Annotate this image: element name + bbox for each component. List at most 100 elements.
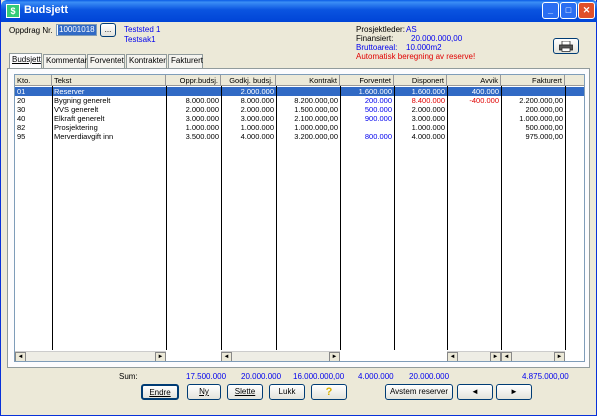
hscroll-avvik[interactable]: ◄ ► — [447, 351, 501, 361]
col-header-tekst[interactable]: Tekst — [52, 75, 166, 86]
maximize-button[interactable]: □ — [560, 2, 577, 19]
browse-label: ... — [104, 25, 112, 34]
table-cell — [501, 87, 565, 96]
next-button[interactable]: ► — [496, 384, 532, 400]
sum-label: Sum: — [119, 372, 138, 381]
tab-kontrakter[interactable]: Kontrakter — [126, 54, 167, 68]
table-cell: 1.000.000 — [411, 123, 445, 132]
table-cell: 1.600.000 — [358, 87, 392, 96]
sum-disponert: 20.000.000 — [409, 372, 450, 381]
hscroll-fakturert[interactable]: ◄ ► — [501, 351, 565, 361]
scroll-right-arrow[interactable]: ► — [554, 352, 565, 361]
col-header-kto[interactable]: Kto. — [15, 75, 52, 86]
table-cell: 4.000.000 — [240, 132, 274, 141]
sum-forventet: 4.000.000 — [358, 372, 394, 381]
scroll-left-arrow[interactable]: ◄ — [15, 352, 26, 361]
prev-arrow-icon: ◄ — [471, 387, 479, 396]
table-cell: 40 — [17, 114, 26, 123]
table-cell: Reserver — [54, 87, 85, 96]
tab-forventet[interactable]: Forventet — [87, 54, 125, 68]
table-cell: 1.000.000,00 — [294, 123, 338, 132]
prev-button[interactable]: ◄ — [457, 384, 493, 400]
table-cell: 1.500.000,00 — [294, 105, 338, 114]
table-cell: 82 — [17, 123, 26, 132]
close-button[interactable]: ✕ — [578, 2, 595, 19]
table-cell — [166, 87, 221, 96]
hscroll-tekst[interactable]: ◄ ► — [15, 351, 166, 361]
table-cell: 2.000.000 — [411, 105, 445, 114]
scroll-left-arrow[interactable]: ◄ — [221, 352, 232, 361]
table-cell: 1.600.000 — [411, 87, 445, 96]
hscroll-godkj[interactable]: ◄ ► — [221, 351, 340, 361]
minimize-button[interactable]: _ — [542, 2, 559, 19]
table-cell: 4.000.000 — [411, 132, 445, 141]
testsak-text: Testsak1 — [124, 35, 156, 44]
oppdrag-value: 10001018 — [58, 25, 96, 35]
slette-label: Slette — [234, 387, 256, 396]
avstem-label: Avstem reserver — [389, 387, 449, 396]
tab-budsjett[interactable]: Budsjett — [9, 53, 42, 69]
table-cell: Merverdiavgift inn — [54, 132, 114, 141]
table-cell: 3.000.000 — [240, 114, 274, 123]
col-header-forventet[interactable]: Forventet — [340, 75, 394, 86]
table-cell: 20 — [17, 96, 26, 105]
help-button[interactable]: ? — [311, 384, 347, 400]
print-button[interactable] — [553, 38, 579, 54]
title-bar: $ Budsjett _ □ ✕ — [1, 0, 597, 22]
table-cell: 900.000 — [364, 114, 392, 123]
slette-button[interactable]: Slette — [227, 384, 263, 400]
teststed-text: Teststed 1 — [124, 25, 161, 34]
table-cell — [276, 87, 340, 96]
col-header-fakturert[interactable]: Fakturert — [501, 75, 565, 86]
ny-button[interactable]: Ny — [187, 384, 221, 400]
table-cell: Prosjektering — [54, 123, 98, 132]
sum-godkj: 20.000.000 — [241, 372, 282, 381]
table-cell: Elkraft generelt — [54, 114, 105, 123]
col-header-kontrakt[interactable]: Kontrakt — [276, 75, 340, 86]
table-cell: 2.000.000 — [240, 105, 274, 114]
scroll-right-arrow[interactable]: ► — [490, 352, 501, 361]
table-cell: Bygning generelt — [54, 96, 111, 105]
bruttoareal-value: 10.000m2 — [406, 43, 442, 52]
col-header-avvik[interactable]: Avvik — [447, 75, 501, 86]
oppdrag-input[interactable]: 10001018 — [56, 24, 97, 36]
scroll-right-arrow[interactable]: ► — [155, 352, 166, 361]
budget-table[interactable]: Kto. Tekst Oppr.budsj. Godkj. budsj. Kon… — [14, 74, 585, 362]
scroll-left-arrow[interactable]: ◄ — [501, 352, 512, 361]
sum-oppr: 17.500.000 — [186, 372, 227, 381]
tab-fakturert[interactable]: Fakturert — [168, 54, 203, 68]
table-cell: 800.000 — [364, 132, 392, 141]
lukk-button[interactable]: Lukk — [269, 384, 305, 400]
col-header-godkj[interactable]: Godkj. budsj. — [221, 75, 276, 86]
finansiert-label: Finansiert: — [356, 34, 394, 43]
next-arrow-icon: ► — [510, 387, 518, 396]
table-cell: 3.200.000,00 — [294, 132, 338, 141]
ny-label: Ny — [199, 387, 209, 396]
scroll-left-arrow[interactable]: ◄ — [447, 352, 458, 361]
scroll-right-arrow[interactable]: ► — [329, 352, 340, 361]
help-icon: ? — [325, 386, 333, 398]
browse-button[interactable]: ... — [100, 23, 116, 37]
table-cell: 8.400.000 — [411, 96, 445, 105]
table-cell: 2.000.000 — [240, 87, 274, 96]
col-header-disponert[interactable]: Disponert — [394, 75, 447, 86]
sum-fakturert: 4.875.000,00 — [522, 372, 569, 381]
lukk-label: Lukk — [278, 387, 296, 396]
endre-label: Endre — [149, 388, 171, 397]
avstem-reserver-button[interactable]: Avstem reserver — [385, 384, 453, 400]
table-cell: -400.000 — [469, 96, 499, 105]
table-cell: 400.000 — [471, 87, 499, 96]
table-cell: 975.000,00 — [525, 132, 563, 141]
table-cell: 500.000,00 — [525, 123, 563, 132]
budsjett-window: $ Budsjett _ □ ✕ Oppdrag Nr. 10001018 ..… — [0, 0, 597, 416]
table-cell: 8.200.000,00 — [294, 96, 338, 105]
bruttoareal-label: Bruttoareal: — [356, 43, 398, 52]
table-cell: VVS generelt — [54, 105, 99, 114]
table-cell — [447, 114, 501, 123]
col-header-oppr[interactable]: Oppr.budsj. — [166, 75, 221, 86]
table-cell: 200.000 — [364, 96, 392, 105]
endre-button[interactable]: Endre — [141, 384, 179, 400]
table-cell: 1.000.000 — [185, 123, 219, 132]
tab-kommentar[interactable]: Kommentar — [43, 54, 87, 68]
finansiert-value: 20.000.000,00 — [411, 34, 463, 43]
